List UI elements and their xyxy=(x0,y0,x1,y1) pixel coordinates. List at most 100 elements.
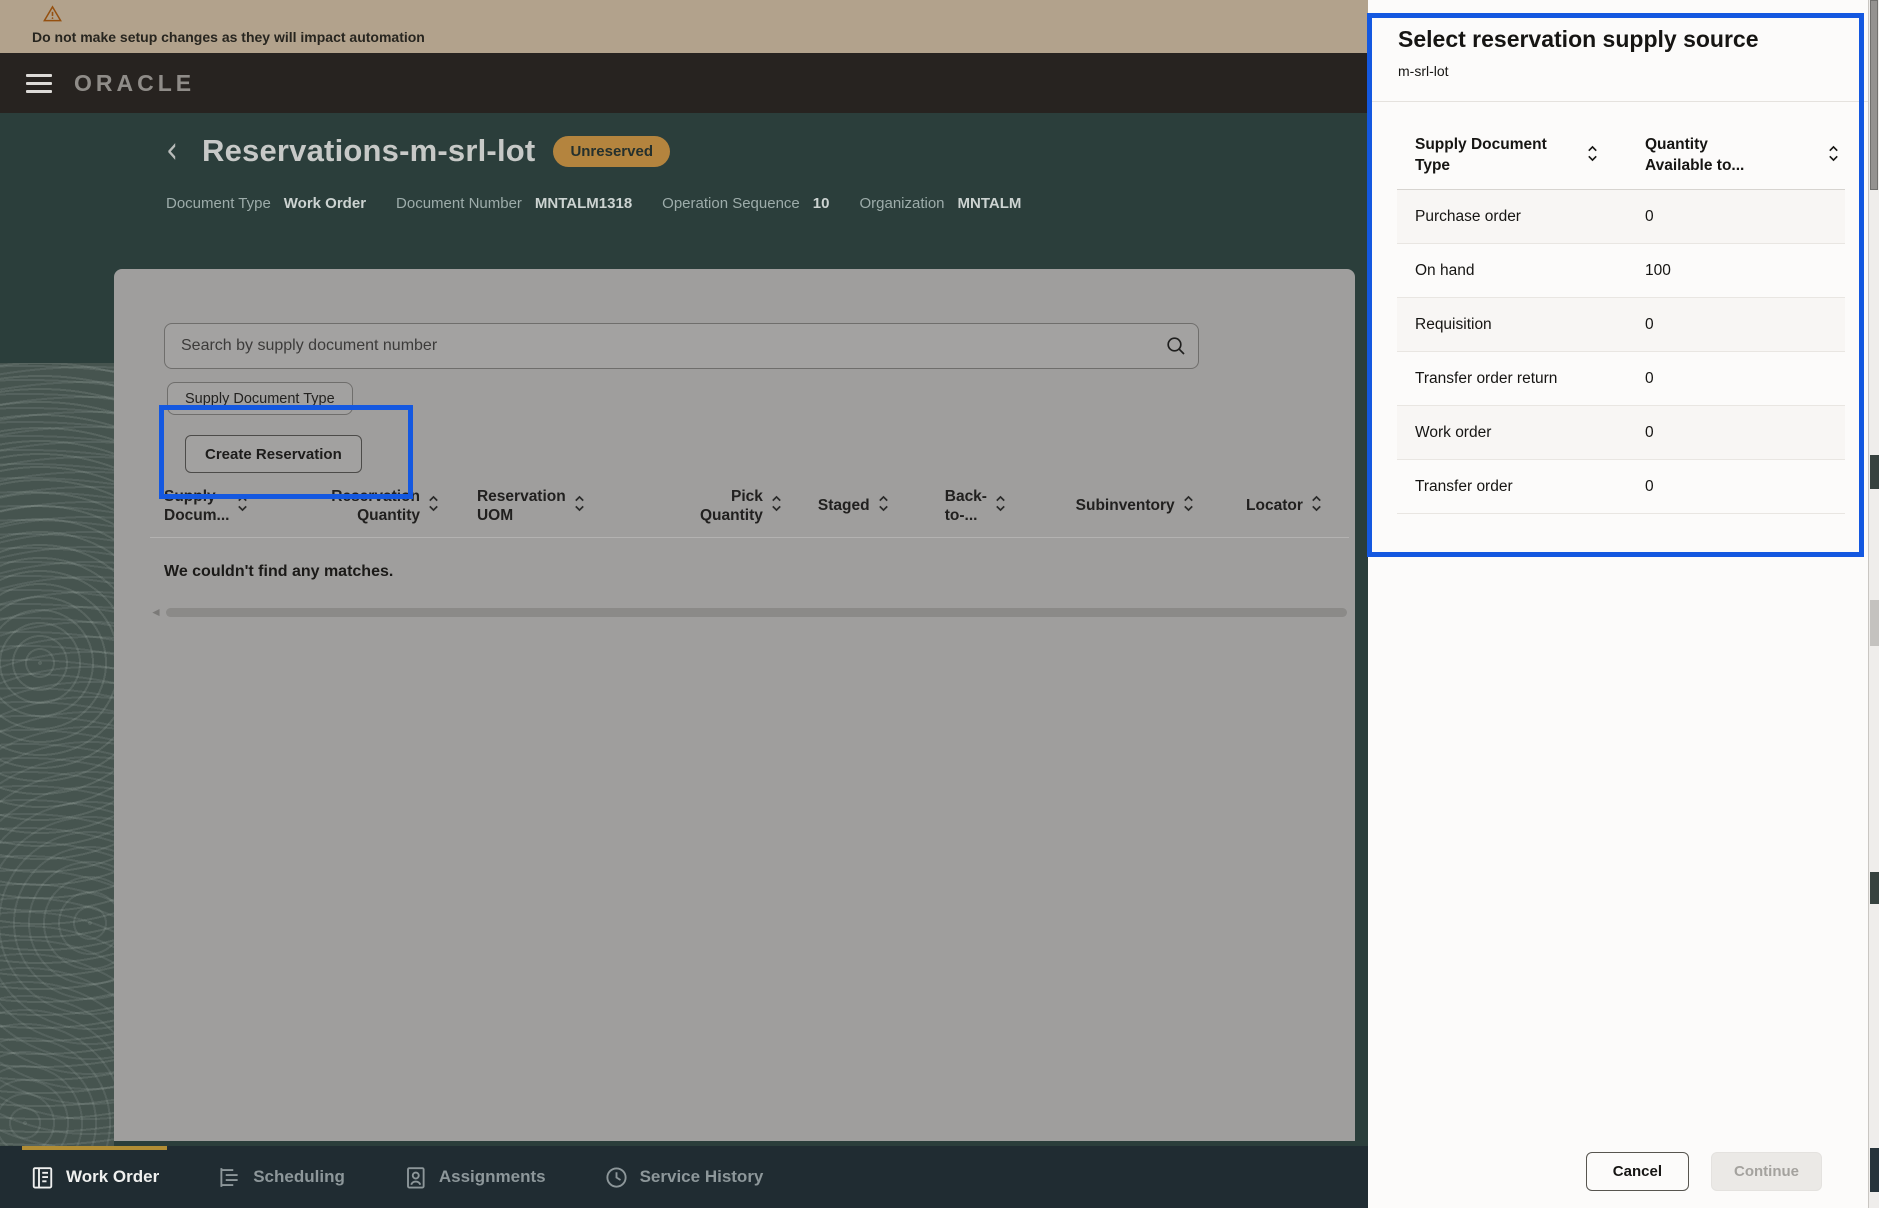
sort-icon[interactable] xyxy=(1828,145,1839,167)
edge-segment xyxy=(1870,872,1879,904)
horizontal-scrollbar[interactable]: ◄ xyxy=(150,607,1347,617)
row-type: Requisition xyxy=(1415,316,1492,334)
column-header-reservation-uom[interactable]: ReservationUOM xyxy=(477,487,633,526)
work-order-icon xyxy=(30,1165,55,1190)
supply-source-table: Supply DocumentType QuantityAvailable to… xyxy=(1397,122,1845,514)
column-header-staged[interactable]: Staged xyxy=(818,495,921,517)
table-row-purchase-order[interactable]: Purchase order 0 xyxy=(1397,190,1845,244)
table-row-work-order[interactable]: Work order 0 xyxy=(1397,406,1845,460)
row-type: Purchase order xyxy=(1415,208,1521,226)
sort-icon[interactable] xyxy=(1587,145,1598,167)
sort-icon[interactable] xyxy=(428,495,439,517)
row-type: Transfer order return xyxy=(1415,370,1557,388)
row-quantity: 0 xyxy=(1645,424,1654,442)
sort-icon[interactable] xyxy=(1311,495,1322,517)
panel-footer: Cancel Continue xyxy=(1368,1134,1858,1208)
top-header-bar: ORACLE xyxy=(0,53,1368,113)
meta-label: Document Type xyxy=(166,195,271,212)
row-type: Work order xyxy=(1415,424,1491,442)
row-quantity: 0 xyxy=(1645,208,1654,226)
search-icon[interactable] xyxy=(1154,324,1198,368)
main-application-region: Do not make setup changes as they will i… xyxy=(0,0,1368,1208)
table-header-divider xyxy=(150,537,1349,538)
select-supply-source-panel: Select reservation supply source m-srl-l… xyxy=(1368,0,1868,1208)
window-scrollbar-strip[interactable] xyxy=(1868,0,1879,1208)
scrollbar-thumb[interactable] xyxy=(1870,0,1878,190)
meta-value: MNTALM xyxy=(958,195,1022,212)
row-quantity: 0 xyxy=(1645,478,1654,496)
table-row-requisition[interactable]: Requisition 0 xyxy=(1397,298,1845,352)
service-history-icon xyxy=(604,1165,629,1190)
oracle-logo[interactable]: ORACLE xyxy=(74,70,195,97)
tab-label: Assignments xyxy=(439,1167,546,1187)
create-reservation-button[interactable]: Create Reservation xyxy=(185,435,362,473)
reservations-card: Supply Document Type Create Reservation … xyxy=(114,269,1355,1141)
table-row-transfer-order-return[interactable]: Transfer order return 0 xyxy=(1397,352,1845,406)
meta-value: MNTALM1318 xyxy=(535,195,632,212)
tab-scheduling[interactable]: Scheduling xyxy=(211,1146,351,1208)
row-quantity: 100 xyxy=(1645,262,1671,280)
supply-source-table-header: Supply DocumentType QuantityAvailable to… xyxy=(1397,122,1845,190)
scrollbar-thumb[interactable] xyxy=(166,608,1347,617)
sort-icon[interactable] xyxy=(574,495,585,517)
tab-service-history[interactable]: Service History xyxy=(598,1146,770,1208)
table-row-on-hand[interactable]: On hand 100 xyxy=(1397,244,1845,298)
cancel-button[interactable]: Cancel xyxy=(1586,1152,1689,1191)
empty-results-message: We couldn't find any matches. xyxy=(164,563,393,581)
column-header-quantity-available[interactable]: QuantityAvailable to... xyxy=(1645,135,1744,175)
table-row-transfer-order[interactable]: Transfer order 0 xyxy=(1397,460,1845,514)
edge-segment xyxy=(1870,600,1879,646)
panel-divider xyxy=(1368,101,1868,102)
column-header-locator[interactable]: Locator xyxy=(1246,495,1341,517)
page-area: ‹ Reservations-m-srl-lot Unreserved Docu… xyxy=(0,113,1368,1146)
row-type: Transfer order xyxy=(1415,478,1513,496)
panel-subtitle: m-srl-lot xyxy=(1368,53,1868,79)
assignments-icon xyxy=(403,1165,428,1190)
back-icon[interactable]: ‹ xyxy=(166,132,192,170)
filter-chip-supply-document-type[interactable]: Supply Document Type xyxy=(167,382,353,415)
tab-label: Scheduling xyxy=(253,1167,345,1187)
edge-segment xyxy=(1870,455,1879,489)
column-header-subinventory[interactable]: Subinventory xyxy=(1076,495,1220,517)
tab-work-order[interactable]: Work Order xyxy=(24,1146,165,1208)
column-header-supply-document-type[interactable]: Supply DocumentType xyxy=(1415,135,1573,175)
edge-segment xyxy=(1870,1148,1879,1192)
continue-button[interactable]: Continue xyxy=(1711,1152,1822,1191)
row-quantity: 0 xyxy=(1645,370,1654,388)
sort-icon[interactable] xyxy=(1183,495,1194,517)
row-type: On hand xyxy=(1415,262,1474,280)
scroll-left-icon[interactable]: ◄ xyxy=(150,606,162,618)
screen: Do not make setup changes as they will i… xyxy=(0,0,1879,1208)
tab-label: Work Order xyxy=(66,1167,159,1187)
reservations-table-header: SupplyDocum... ReservationQuantity Reser… xyxy=(164,475,1341,537)
column-header-back-to-back[interactable]: Back-to-... xyxy=(945,487,1046,526)
panel-title: Select reservation supply source xyxy=(1368,0,1868,53)
sort-icon[interactable] xyxy=(878,495,889,517)
bottom-tab-bar: Work Order Scheduling Assignments Servic… xyxy=(0,1146,1368,1208)
meta-value: 10 xyxy=(813,195,830,212)
warning-banner-text: Do not make setup changes as they will i… xyxy=(32,29,1368,45)
tab-label: Service History xyxy=(640,1167,764,1187)
search-field xyxy=(164,323,1199,369)
menu-icon[interactable] xyxy=(26,68,64,98)
row-quantity: 0 xyxy=(1645,316,1654,334)
sort-icon[interactable] xyxy=(995,495,1006,517)
sort-icon[interactable] xyxy=(237,495,248,517)
warning-banner: Do not make setup changes as they will i… xyxy=(0,0,1368,53)
warning-icon xyxy=(43,5,1368,27)
column-header-reservation-quantity[interactable]: ReservationQuantity xyxy=(291,487,439,526)
document-meta: Document TypeWork Order Document NumberM… xyxy=(166,195,1021,212)
meta-label: Organization xyxy=(859,195,944,212)
page-title: Reservations-m-srl-lot xyxy=(202,133,535,169)
meta-value: Work Order xyxy=(284,195,366,212)
page-header: ‹ Reservations-m-srl-lot Unreserved Docu… xyxy=(166,133,1021,212)
column-header-supply-document[interactable]: SupplyDocum... xyxy=(164,487,291,526)
sort-icon[interactable] xyxy=(771,495,782,517)
status-badge: Unreserved xyxy=(553,136,670,167)
column-header-pick-quantity[interactable]: PickQuantity xyxy=(655,487,782,526)
scheduling-icon xyxy=(217,1165,242,1190)
decorative-left-pattern xyxy=(0,363,114,1146)
supply-source-rows: Purchase order 0 On hand 100 Requisition… xyxy=(1397,190,1845,514)
search-input[interactable] xyxy=(165,337,1154,355)
tab-assignments[interactable]: Assignments xyxy=(397,1146,552,1208)
